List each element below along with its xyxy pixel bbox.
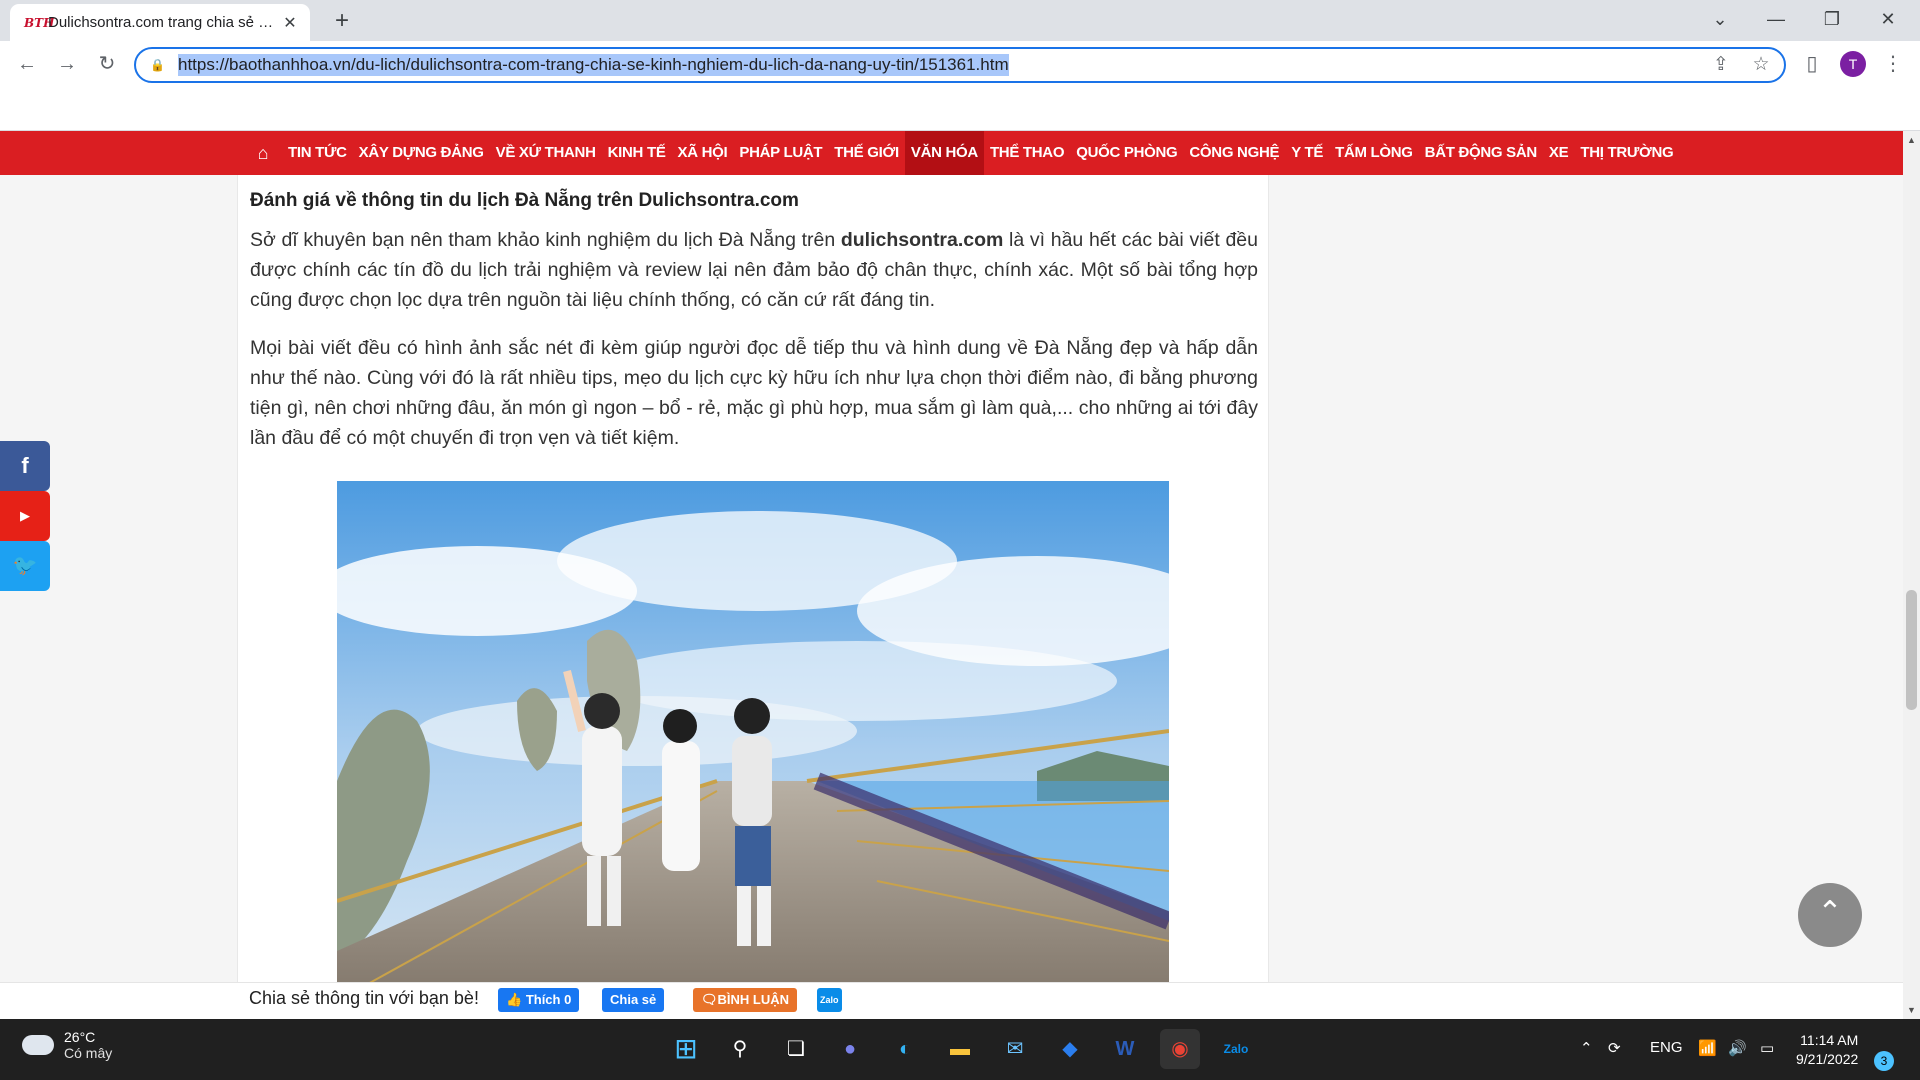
profile-avatar[interactable]: T — [1840, 51, 1866, 77]
volume-icon[interactable]: 🔊 — [1728, 1039, 1747, 1057]
nav-item[interactable]: QUỐC PHÒNG — [1070, 131, 1183, 175]
nav-item[interactable]: VỀ XỨ THANH — [490, 131, 602, 175]
tab-title: Dulichsontra.com trang chia sẻ kinh nghi… — [48, 14, 280, 31]
comment-label: BÌNH LUẬN — [717, 992, 790, 1007]
nav-item[interactable]: XÂY DỰNG ĐẢNG — [353, 131, 490, 175]
page-viewport: ⌂ TIN TỨC XÂY DỰNG ĐẢNG VỀ XỨ THANH KINH… — [0, 131, 1903, 1019]
nav-item[interactable]: THẾ GIỚI — [828, 131, 905, 175]
share-label: Chia sẻ thông tin với bạn bè! — [249, 988, 479, 1008]
comment-icon: 🗨 — [701, 992, 718, 1007]
tab-strip: BTH Dulichsontra.com trang chia sẻ kinh … — [0, 0, 1920, 41]
twitter-icon[interactable]: 🐦 — [0, 541, 50, 591]
search-icon[interactable]: ⚲ — [720, 1029, 760, 1069]
file-explorer-icon[interactable]: ▬ — [940, 1029, 980, 1069]
site-favicon-icon: BTH — [24, 15, 55, 30]
tab-search-icon[interactable]: ⌄ — [1692, 0, 1748, 41]
nav-item[interactable]: THỊ TRƯỜNG — [1574, 131, 1679, 175]
sync-icon[interactable]: ⟳ — [1608, 1039, 1621, 1057]
battery-icon[interactable]: ▭ — [1760, 1039, 1774, 1057]
section-heading: Đánh giá về thông tin du lịch Đà Nẵng tr… — [250, 190, 799, 211]
nav-item[interactable]: TIN TỨC — [282, 131, 353, 175]
nav-item[interactable]: Y TẾ — [1285, 131, 1329, 175]
menu-icon[interactable]: ⋮ — [1876, 47, 1910, 81]
temperature: 26°C — [64, 1029, 96, 1045]
fb-share-button[interactable]: Chia sẻ — [602, 988, 665, 1012]
facebook-icon[interactable]: f — [0, 441, 50, 491]
address-bar[interactable]: 🔒 https://baothanhhoa.vn/du-lich/dulichs… — [134, 47, 1786, 83]
like-button[interactable]: 👍 Thích 0 — [498, 988, 580, 1012]
new-tab-button[interactable]: + — [326, 6, 358, 36]
notification-badge[interactable]: 3 — [1874, 1051, 1894, 1071]
nav-item[interactable]: PHÁP LUẬT — [733, 131, 828, 175]
restore-button[interactable]: ❐ — [1804, 0, 1860, 41]
clock-time: 11:14 AM — [1800, 1032, 1859, 1048]
cloud-icon — [22, 1035, 54, 1055]
scroll-down-arrow-icon[interactable]: ▼ — [1903, 1005, 1920, 1015]
back-button[interactable]: ← — [10, 47, 44, 81]
youtube-icon[interactable]: ▶ — [0, 491, 50, 541]
system-clock[interactable]: 11:14 AM 9/21/2022 — [1796, 1031, 1858, 1069]
scroll-up-arrow-icon[interactable]: ▲ — [1903, 135, 1920, 145]
thumbs-up-icon: 👍 — [506, 992, 526, 1007]
nav-item[interactable]: CÔNG NGHỆ — [1183, 131, 1285, 175]
tray-overflow-icon[interactable]: ⌃ — [1580, 1039, 1593, 1057]
scroll-to-top-button[interactable]: ⌃ — [1798, 883, 1862, 947]
dropbox-icon[interactable]: ◆ — [1050, 1029, 1090, 1069]
home-icon[interactable]: ⌂ — [244, 143, 282, 164]
clock-date: 9/21/2022 — [1796, 1051, 1859, 1067]
close-tab-icon[interactable]: ✕ — [280, 13, 300, 33]
reload-button[interactable]: ↻ — [90, 47, 124, 81]
chrome-icon[interactable]: ◉ — [1160, 1029, 1200, 1069]
nav-item[interactable]: THỂ THAO — [984, 131, 1070, 175]
nav-item[interactable]: BẤT ĐỘNG SẢN — [1419, 131, 1543, 175]
wifi-icon[interactable]: 📶 — [1698, 1039, 1717, 1057]
windows-start-icon[interactable]: ⊞ — [666, 1029, 706, 1069]
article-paragraph: Mọi bài viết đều có hình ảnh sắc nét đi … — [250, 337, 1258, 449]
golden-bridge-photo — [337, 481, 1169, 1019]
weather-widget[interactable]: 26°C Có mây — [22, 1029, 112, 1061]
minimize-button[interactable]: — — [1748, 0, 1804, 41]
article-paragraph: Sở dĩ khuyên bạn nên tham khảo kinh nghi… — [250, 225, 1258, 315]
side-panel-icon[interactable]: ▯ — [1795, 47, 1829, 81]
nav-item[interactable]: XE — [1543, 131, 1574, 175]
share-icon[interactable]: ⇪ — [1706, 49, 1736, 81]
comment-button[interactable]: 🗨BÌNH LUẬN — [693, 988, 798, 1012]
nav-item[interactable]: TẤM LÒNG — [1329, 131, 1419, 175]
url-text[interactable]: https://baothanhhoa.vn/du-lich/dulichson… — [178, 54, 1009, 76]
scrollbar-thumb[interactable] — [1906, 590, 1917, 710]
lock-icon[interactable]: 🔒 — [150, 58, 178, 72]
zalo-icon[interactable]: Zalo — [1216, 1029, 1256, 1069]
nav-item-active[interactable]: VĂN HÓA — [904, 131, 984, 175]
page-scrollbar[interactable]: ▲ ▼ — [1903, 131, 1920, 1019]
browser-toolbar: ← → ↻ 🔒 https://baothanhhoa.vn/du-lich/d… — [0, 41, 1920, 131]
task-view-icon[interactable]: ❏ — [776, 1029, 816, 1069]
bookmark-star-icon[interactable]: ☆ — [1746, 49, 1776, 81]
share-bar: Chia sẻ thông tin với bạn bè! 👍 Thích 0 … — [0, 982, 1903, 1019]
paragraph-text: Sở dĩ khuyên bạn nên tham khảo kinh nghi… — [250, 229, 841, 251]
article-body: Đánh giá về thông tin du lịch Đà Nẵng tr… — [237, 175, 1269, 1019]
weather-condition: Có mây — [64, 1045, 113, 1061]
language-indicator[interactable]: ENG — [1650, 1039, 1683, 1056]
teams-chat-icon[interactable]: ● — [830, 1029, 870, 1069]
nav-item[interactable]: XÃ HỘI — [672, 131, 734, 175]
browser-tab[interactable]: BTH Dulichsontra.com trang chia sẻ kinh … — [10, 4, 310, 41]
like-label: Thích 0 — [525, 992, 572, 1007]
main-navigation: ⌂ TIN TỨC XÂY DỰNG ĐẢNG VỀ XỨ THANH KINH… — [0, 131, 1903, 175]
site-link-text: dulichsontra.com — [840, 229, 1004, 251]
word-icon[interactable]: W — [1105, 1029, 1145, 1069]
mail-icon[interactable]: ✉ — [995, 1029, 1035, 1069]
forward-button[interactable]: → — [50, 47, 84, 81]
edge-icon[interactable]: ◐ — [885, 1029, 925, 1069]
article-photo — [337, 481, 1169, 1019]
windows-taskbar: 26°C Có mây ⊞ ⚲ ❏ ● ◐ ▬ ✉ ◆ W ◉ Zalo ⌃ ⟳… — [0, 1019, 1920, 1080]
close-window-button[interactable]: ✕ — [1860, 0, 1916, 41]
nav-item[interactable]: KINH TẾ — [602, 131, 672, 175]
zalo-share-button[interactable]: Zalo — [817, 988, 842, 1012]
